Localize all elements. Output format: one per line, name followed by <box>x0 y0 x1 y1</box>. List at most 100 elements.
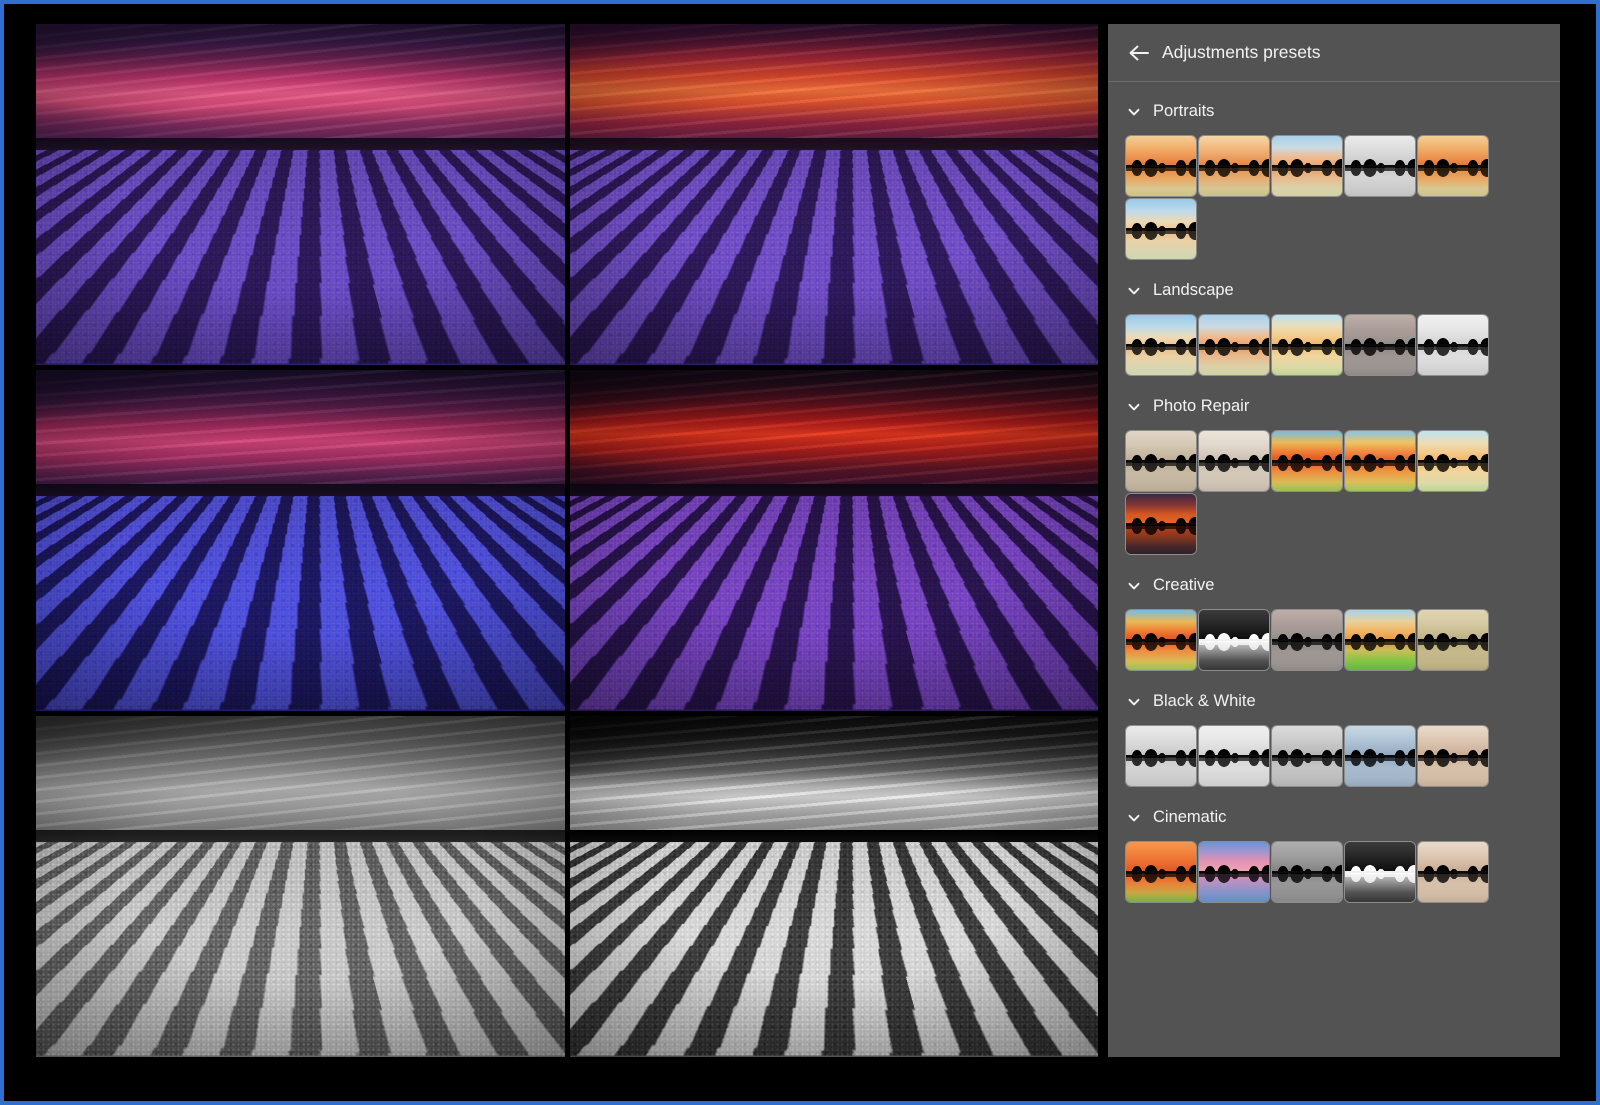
thumb-haze-overlay <box>1418 315 1488 375</box>
chevron-down-icon <box>1126 399 1142 415</box>
cinematic-preset-1[interactable] <box>1126 842 1196 902</box>
photo-repair-preset-6[interactable] <box>1126 494 1196 554</box>
group-header-portraits[interactable]: Portraits <box>1108 94 1560 129</box>
group-header-photo-repair[interactable]: Photo Repair <box>1108 389 1560 424</box>
thumb-haze-overlay <box>1126 842 1196 902</box>
landscape-preset-3[interactable] <box>1272 315 1342 375</box>
photo-repair-preset-2[interactable] <box>1199 431 1269 491</box>
adjustments-presets-panel: Adjustments presets Portraits Landscape Ph… <box>1108 24 1560 1057</box>
landscape-preset-2[interactable] <box>1199 315 1269 375</box>
thumbnail-grid-creative <box>1108 603 1560 680</box>
cinematic-preset-5[interactable] <box>1418 842 1488 902</box>
thumb-haze-overlay <box>1126 315 1196 375</box>
group-title-black-and-white: Black & White <box>1153 692 1256 711</box>
group-title-photo-repair: Photo Repair <box>1153 397 1249 416</box>
thumb-haze-overlay <box>1199 315 1269 375</box>
portraits-preset-1[interactable] <box>1126 136 1196 196</box>
cinematic-preset-2[interactable] <box>1199 842 1269 902</box>
group-header-black-and-white[interactable]: Black & White <box>1108 684 1560 719</box>
photo-canvas <box>36 370 565 711</box>
portraits-preset-2[interactable] <box>1199 136 1269 196</box>
thumb-haze-overlay <box>1199 842 1269 902</box>
thumb-haze-overlay <box>1272 842 1342 902</box>
photo-repair-preset-1[interactable] <box>1126 431 1196 491</box>
preview-image-6[interactable] <box>570 716 1099 1057</box>
thumb-haze-overlay <box>1272 431 1342 491</box>
thumb-haze-overlay <box>1345 842 1415 902</box>
creative-preset-2[interactable] <box>1199 610 1269 670</box>
black-and-white-preset-1[interactable] <box>1126 726 1196 786</box>
thumb-haze-overlay <box>1345 610 1415 670</box>
thumb-haze-overlay <box>1418 431 1488 491</box>
creative-preset-4[interactable] <box>1345 610 1415 670</box>
creative-preset-3[interactable] <box>1272 610 1342 670</box>
preview-image-1[interactable] <box>36 24 565 365</box>
thumb-haze-overlay <box>1272 610 1342 670</box>
portraits-preset-5[interactable] <box>1418 136 1488 196</box>
black-and-white-preset-5[interactable] <box>1418 726 1488 786</box>
vignette-overlay <box>36 24 565 365</box>
group-title-landscape: Landscape <box>1153 281 1234 300</box>
black-and-white-preset-3[interactable] <box>1272 726 1342 786</box>
chevron-down-icon <box>1126 810 1142 826</box>
photo-canvas <box>570 24 1099 365</box>
back-arrow-icon[interactable] <box>1126 40 1152 66</box>
group-header-landscape[interactable]: Landscape <box>1108 273 1560 308</box>
photo-canvas <box>36 24 565 365</box>
thumbnail-grid-cinematic <box>1108 835 1560 912</box>
preset-group-landscape: Landscape <box>1108 273 1560 385</box>
panel-title: Adjustments presets <box>1162 42 1321 63</box>
thumbnail-grid-black-and-white <box>1108 719 1560 796</box>
thumb-haze-overlay <box>1126 199 1196 259</box>
group-title-creative: Creative <box>1153 576 1214 595</box>
thumb-haze-overlay <box>1126 136 1196 196</box>
thumb-haze-overlay <box>1345 431 1415 491</box>
portraits-preset-4[interactable] <box>1345 136 1415 196</box>
photo-repair-preset-4[interactable] <box>1345 431 1415 491</box>
portraits-preset-3[interactable] <box>1272 136 1342 196</box>
landscape-preset-4[interactable] <box>1345 315 1415 375</box>
thumb-haze-overlay <box>1199 726 1269 786</box>
cinematic-preset-4[interactable] <box>1345 842 1415 902</box>
vignette-overlay <box>36 716 565 1057</box>
thumbnail-grid-portraits <box>1108 129 1560 269</box>
vignette-overlay <box>36 370 565 711</box>
thumb-haze-overlay <box>1345 315 1415 375</box>
photo-canvas <box>36 716 565 1057</box>
workspace: Adjustments presets Portraits Landscape Ph… <box>4 4 1596 1101</box>
thumb-haze-overlay <box>1418 136 1488 196</box>
chevron-down-icon <box>1126 694 1142 710</box>
portraits-preset-6[interactable] <box>1126 199 1196 259</box>
thumb-haze-overlay <box>1272 315 1342 375</box>
black-and-white-preset-2[interactable] <box>1199 726 1269 786</box>
image-preview-grid <box>36 24 1098 1057</box>
black-and-white-preset-4[interactable] <box>1345 726 1415 786</box>
thumb-haze-overlay <box>1199 431 1269 491</box>
landscape-preset-1[interactable] <box>1126 315 1196 375</box>
vignette-overlay <box>570 716 1099 1057</box>
thumbnail-grid-photo-repair <box>1108 424 1560 564</box>
preview-image-3[interactable] <box>36 370 565 711</box>
group-title-portraits: Portraits <box>1153 102 1214 121</box>
group-title-cinematic: Cinematic <box>1153 808 1226 827</box>
photo-repair-preset-5[interactable] <box>1418 431 1488 491</box>
preview-image-4[interactable] <box>570 370 1099 711</box>
thumb-haze-overlay <box>1418 842 1488 902</box>
creative-preset-1[interactable] <box>1126 610 1196 670</box>
thumb-haze-overlay <box>1272 726 1342 786</box>
preview-image-5[interactable] <box>36 716 565 1057</box>
chevron-down-icon <box>1126 104 1142 120</box>
preview-image-2[interactable] <box>570 24 1099 365</box>
landscape-preset-5[interactable] <box>1418 315 1488 375</box>
photo-repair-preset-3[interactable] <box>1272 431 1342 491</box>
thumb-haze-overlay <box>1199 610 1269 670</box>
group-header-creative[interactable]: Creative <box>1108 568 1560 603</box>
preset-group-portraits: Portraits <box>1108 94 1560 269</box>
preset-group-black-and-white: Black & White <box>1108 684 1560 796</box>
creative-preset-5[interactable] <box>1418 610 1488 670</box>
cinematic-preset-3[interactable] <box>1272 842 1342 902</box>
thumb-haze-overlay <box>1126 494 1196 554</box>
preset-group-photo-repair: Photo Repair <box>1108 389 1560 564</box>
preset-group-cinematic: Cinematic <box>1108 800 1560 912</box>
group-header-cinematic[interactable]: Cinematic <box>1108 800 1560 835</box>
